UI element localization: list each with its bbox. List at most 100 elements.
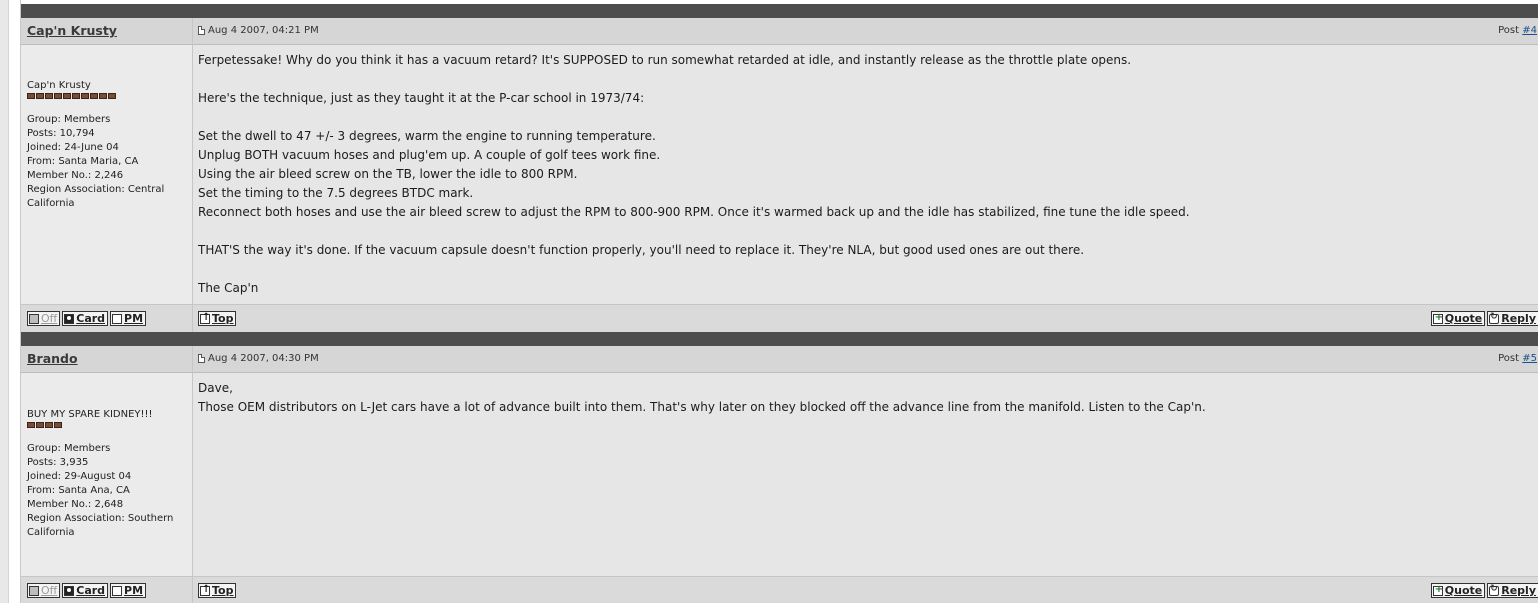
quote-button[interactable]: Quote xyxy=(1430,583,1486,598)
quote-button[interactable]: Quote xyxy=(1430,311,1486,326)
author-cell: Cap'n Krusty xyxy=(21,18,193,45)
message-icon xyxy=(112,313,123,324)
message-line: Set the timing to the 7.5 degrees BTDC m… xyxy=(198,186,474,200)
author-details: BUY MY SPARE KIDNEY!!! Group: Members Po… xyxy=(21,373,192,540)
forum-thread: Cap'n Krusty Aug 4 2007, 04:21 PM Post #… xyxy=(20,0,1538,603)
private-message-button[interactable]: PM xyxy=(110,311,147,326)
rank-pip-icon xyxy=(72,93,80,99)
rank-pip-icon xyxy=(27,93,35,99)
top-button[interactable]: Top xyxy=(198,583,237,598)
member-group: Group: Members xyxy=(27,443,111,454)
top-button[interactable]: Top xyxy=(198,311,237,326)
message-text: Ferpetessake! Why do you think it has a … xyxy=(193,45,1538,298)
member-from: From: Santa Ana, CA xyxy=(27,485,130,496)
post-date: Aug 4 2007, 04:30 PM xyxy=(198,353,319,364)
member-region: Region Association: Southern xyxy=(27,513,174,524)
post-separator xyxy=(21,332,1538,346)
member-number: Member No.: 2,246 xyxy=(27,170,124,181)
member-region-cont: California xyxy=(27,527,75,538)
rank-pip-icon xyxy=(99,93,107,99)
rank-pip-icon xyxy=(63,93,71,99)
rank-pips xyxy=(27,422,186,428)
post-message: Dave, Those OEM distributors on L-Jet ca… xyxy=(193,373,1538,576)
post-header: Brando Aug 4 2007, 04:30 PM Post #5 xyxy=(21,346,1538,373)
post-footer: Off Card PM Top Quote Reply xyxy=(21,576,1538,603)
member-posts: Posts: 10,794 xyxy=(27,128,95,139)
message-line: Ferpetessake! Why do you think it has a … xyxy=(198,53,1132,67)
author-name-link[interactable]: Brando xyxy=(27,351,78,366)
post-number-label: Post xyxy=(1498,25,1520,36)
member-group: Group: Members xyxy=(27,114,111,125)
arrow-up-icon xyxy=(200,312,210,324)
online-status-button[interactable]: Off xyxy=(27,311,61,326)
message-line: Dave, xyxy=(198,381,233,395)
reply-button[interactable]: Reply xyxy=(1487,583,1538,598)
message-line: Those OEM distributors on L-Jet cars hav… xyxy=(198,400,1206,414)
member-number: Member No.: 2,648 xyxy=(27,499,124,510)
message-text: Dave, Those OEM distributors on L-Jet ca… xyxy=(193,373,1538,417)
author-details: Cap'n Krusty Group: Members Posts: 10,79… xyxy=(21,45,192,211)
member-title: BUY MY SPARE KIDNEY!!! xyxy=(27,409,153,420)
reply-icon xyxy=(1489,584,1500,596)
author-cell: Brando xyxy=(21,346,193,373)
message-line xyxy=(198,70,1534,89)
quote-plus-icon xyxy=(1432,312,1443,324)
post-date-text: Aug 4 2007, 04:21 PM xyxy=(208,25,319,36)
rank-pip-icon xyxy=(54,93,62,99)
message-line: THAT'S the way it's done. If the vacuum … xyxy=(198,243,1085,257)
private-message-button[interactable]: PM xyxy=(110,583,147,598)
rank-pip-icon xyxy=(45,93,53,99)
profile-card-icon xyxy=(64,313,75,324)
rank-pip-icon xyxy=(81,93,89,99)
post-number-label: Post xyxy=(1498,353,1520,364)
member-joined: Joined: 29-August 04 xyxy=(27,471,132,482)
post-actions: Top Quote Reply xyxy=(193,576,1538,603)
post-number: Post #5 xyxy=(1498,353,1537,364)
member-region: Region Association: Central xyxy=(27,184,165,195)
rank-pip-icon xyxy=(36,93,44,99)
message-line xyxy=(198,108,1534,127)
rank-pips xyxy=(27,93,186,99)
member-posts: Posts: 3,935 xyxy=(27,457,89,468)
profile-card-button[interactable]: Card xyxy=(62,583,109,598)
rank-pip-icon xyxy=(27,422,35,428)
post-meta-cell: Aug 4 2007, 04:30 PM Post #5 xyxy=(193,346,1538,373)
post-actions: Top Quote Reply xyxy=(193,304,1538,332)
message-line xyxy=(198,260,1534,279)
rank-pip-icon xyxy=(36,422,44,428)
message-line: Set the dwell to 47 +/- 3 degrees, warm … xyxy=(198,129,656,143)
author-info: Cap'n Krusty Group: Members Posts: 10,79… xyxy=(21,45,193,304)
message-line: Using the air bleed screw on the TB, low… xyxy=(198,167,578,181)
document-icon xyxy=(198,354,205,363)
post-number-link[interactable]: #4 xyxy=(1522,25,1537,36)
author-name-link[interactable]: Cap'n Krusty xyxy=(27,23,117,38)
reply-icon xyxy=(1489,312,1500,324)
post-number: Post #4 xyxy=(1498,25,1537,36)
post-meta-cell: Aug 4 2007, 04:21 PM Post #4 xyxy=(193,18,1538,45)
post-date: Aug 4 2007, 04:21 PM xyxy=(198,25,319,36)
message-icon xyxy=(112,585,123,596)
post-number-link[interactable]: #5 xyxy=(1522,353,1537,364)
author-actions: Off Card PM xyxy=(21,304,193,332)
profile-card-button[interactable]: Card xyxy=(62,311,109,326)
online-status-button[interactable]: Off xyxy=(27,583,61,598)
rank-pip-icon xyxy=(54,422,62,428)
message-line: Reconnect both hoses and use the air ble… xyxy=(198,205,1190,219)
post-message: Ferpetessake! Why do you think it has a … xyxy=(193,45,1538,304)
profile-card-icon xyxy=(64,585,75,596)
post-footer: Off Card PM Top Quote Reply xyxy=(21,304,1538,332)
post-date-text: Aug 4 2007, 04:30 PM xyxy=(208,353,319,364)
reply-button[interactable]: Reply xyxy=(1487,311,1538,326)
member-region-cont: California xyxy=(27,198,75,209)
post-body: Cap'n Krusty Group: Members Posts: 10,79… xyxy=(21,45,1538,304)
quote-plus-icon xyxy=(1432,584,1443,596)
member-title: Cap'n Krusty xyxy=(27,80,91,91)
post-body: BUY MY SPARE KIDNEY!!! Group: Members Po… xyxy=(21,373,1538,576)
rank-pip-icon xyxy=(45,422,53,428)
arrow-up-icon xyxy=(200,584,210,596)
member-joined: Joined: 24-June 04 xyxy=(27,142,119,153)
author-actions: Off Card PM xyxy=(21,576,193,603)
post-header: Cap'n Krusty Aug 4 2007, 04:21 PM Post #… xyxy=(21,18,1538,45)
offline-icon xyxy=(29,313,39,324)
message-line xyxy=(198,222,1534,241)
